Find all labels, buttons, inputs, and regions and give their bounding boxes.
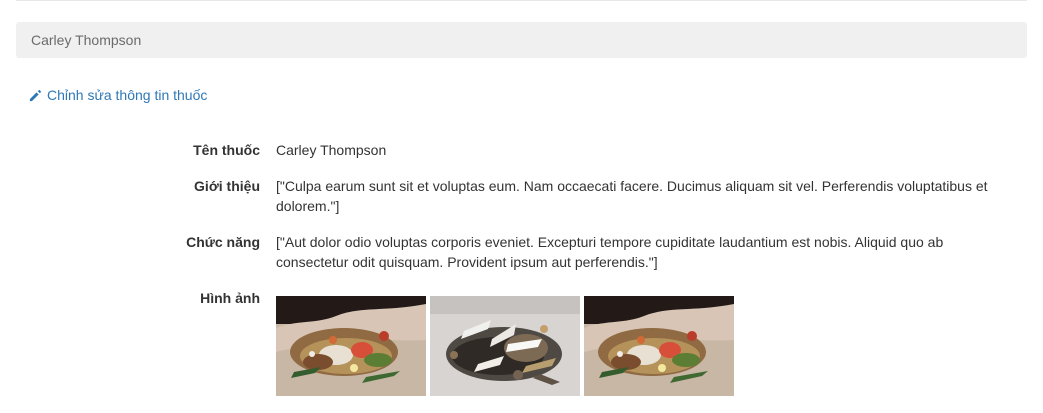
drug-function-value: ["Aut dolor odio voluptas corporis eveni…	[276, 234, 944, 270]
breadcrumb: Carley Thompson	[16, 22, 1027, 58]
drug-details: Tên thuốc Carley Thompson Giới thiệu ["C…	[0, 140, 1043, 396]
drug-function-row: Chức năng ["Aut dolor odio voluptas corp…	[0, 232, 1043, 288]
drug-images-label: Hình ảnh	[200, 290, 260, 306]
breadcrumb-current: Carley Thompson	[31, 32, 142, 48]
pencil-icon	[28, 88, 43, 103]
herb-image-1	[276, 296, 426, 396]
herb-image-2	[430, 296, 580, 396]
drug-intro-row: Giới thiệu ["Culpa earum sunt sit et vol…	[0, 176, 1043, 232]
herb-image-3	[584, 296, 734, 396]
drug-function-label: Chức năng	[186, 234, 260, 250]
drug-name-label: Tên thuốc	[193, 142, 260, 158]
edit-drug-info-link[interactable]: Chỉnh sửa thông tin thuốc	[28, 84, 207, 106]
drug-intro-label: Giới thiệu	[194, 178, 260, 194]
drug-intro-value: ["Culpa earum sunt sit et voluptas eum. …	[276, 178, 988, 214]
edit-link-label: Chỉnh sửa thông tin thuốc	[47, 87, 208, 103]
image-gallery	[276, 288, 1043, 396]
drug-images-row: Hình ảnh	[0, 288, 1043, 396]
drug-name-row: Tên thuốc Carley Thompson	[0, 140, 1043, 176]
top-divider	[16, 0, 1027, 1]
drug-name-value: Carley Thompson	[276, 142, 387, 158]
